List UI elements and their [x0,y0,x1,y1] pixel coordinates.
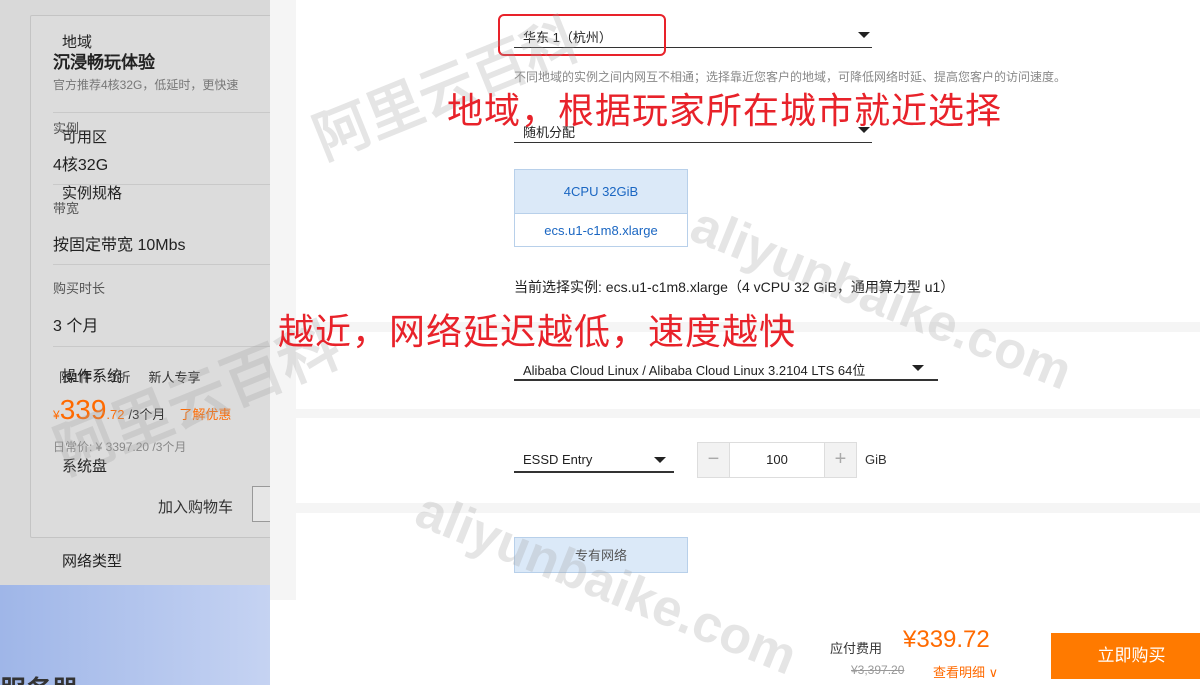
duration-value: 3 个月 [53,318,99,335]
spec-label: 实例规格 [62,185,123,202]
instance-value: 4核32G [53,157,109,174]
currency-symbol: ¥ [53,408,60,422]
disk-size-stepper: − 100 + [697,442,857,478]
chevron-down-icon [912,365,924,371]
spec-type-name: ecs.u1-c1m8.xlarge [544,223,658,238]
minus-button[interactable]: − [698,443,730,477]
tag: 新人专享 [148,370,201,385]
duration-label: 购买时长 [53,281,106,296]
divider [53,346,289,347]
os-label: 操作系统 [62,368,123,385]
zone-label: 可用区 [62,129,108,146]
chevron-down-icon [654,457,666,463]
fee-value: ¥339.72 [903,626,990,653]
banner-text: 服务器 [0,670,78,685]
divider [53,112,289,113]
original-price: 日常价: ¥ 3397.20 /3个月 [53,440,187,454]
background-panel: 沉浸畅玩体验 官方推荐4核32G，低延时，更快速 实例 4核32G 带宽 按固定… [0,0,292,685]
os-select[interactable]: Alibaba Cloud Linux / Alibaba Cloud Linu… [514,355,938,381]
region-highlight-box [498,14,666,56]
buy-now-button[interactable]: 立即购买 [1051,633,1200,679]
current-instance: 当前选择实例: ecs.u1-c1m8.xlarge（4 vCPU 32 GiB… [514,279,955,295]
chevron-down-icon [858,32,870,38]
region-label: 地域 [62,34,93,51]
disk-type-value: ESSD Entry [523,452,593,467]
disk-size-input[interactable]: 100 [730,443,824,477]
spec-option-selected[interactable]: 4CPU 32GiB ecs.u1-c1m8.xlarge [514,169,688,247]
fee-original: ¥3,397.20 [851,663,905,677]
add-to-cart-button[interactable]: 加入购物车 [158,496,233,517]
price-integer: 339 [59,394,107,425]
network-option-selected[interactable]: 专有网络 [514,537,688,573]
divider [53,264,289,265]
promo-link[interactable]: 了解优惠 [179,407,231,422]
price-decimal: .72 [106,407,125,422]
disk-type-select[interactable]: ESSD Entry [514,447,674,473]
network-label: 网络类型 [62,553,123,570]
bandwidth-value: 按固定带宽 10Mbs [53,237,186,254]
network-section [296,513,1200,603]
price-period: /3个月 [128,407,166,422]
plus-button[interactable]: + [824,443,856,477]
view-details-link[interactable]: 查看明细 ∨ [933,662,998,681]
blue-banner: 服务器 [0,585,290,685]
disk-unit: GiB [865,452,887,467]
product-subtitle: 官方推荐4核32G，低延时，更快速 [53,78,239,92]
region-annotation: 地域，根据玩家所在城市就近选择 [447,90,1003,131]
disk-label: 系统盘 [62,458,108,475]
spec-cpu-mem: 4CPU 32GiB [515,170,687,214]
os-value: Alibaba Cloud Linux / Alibaba Cloud Linu… [523,363,866,378]
latency-annotation: 越近，网络延迟越低，速度越快 [278,311,797,352]
card-price: ¥339.72/3个月 了解优惠 [53,394,231,426]
instance-section [296,0,1200,322]
fee-label: 应付费用 [830,641,883,656]
